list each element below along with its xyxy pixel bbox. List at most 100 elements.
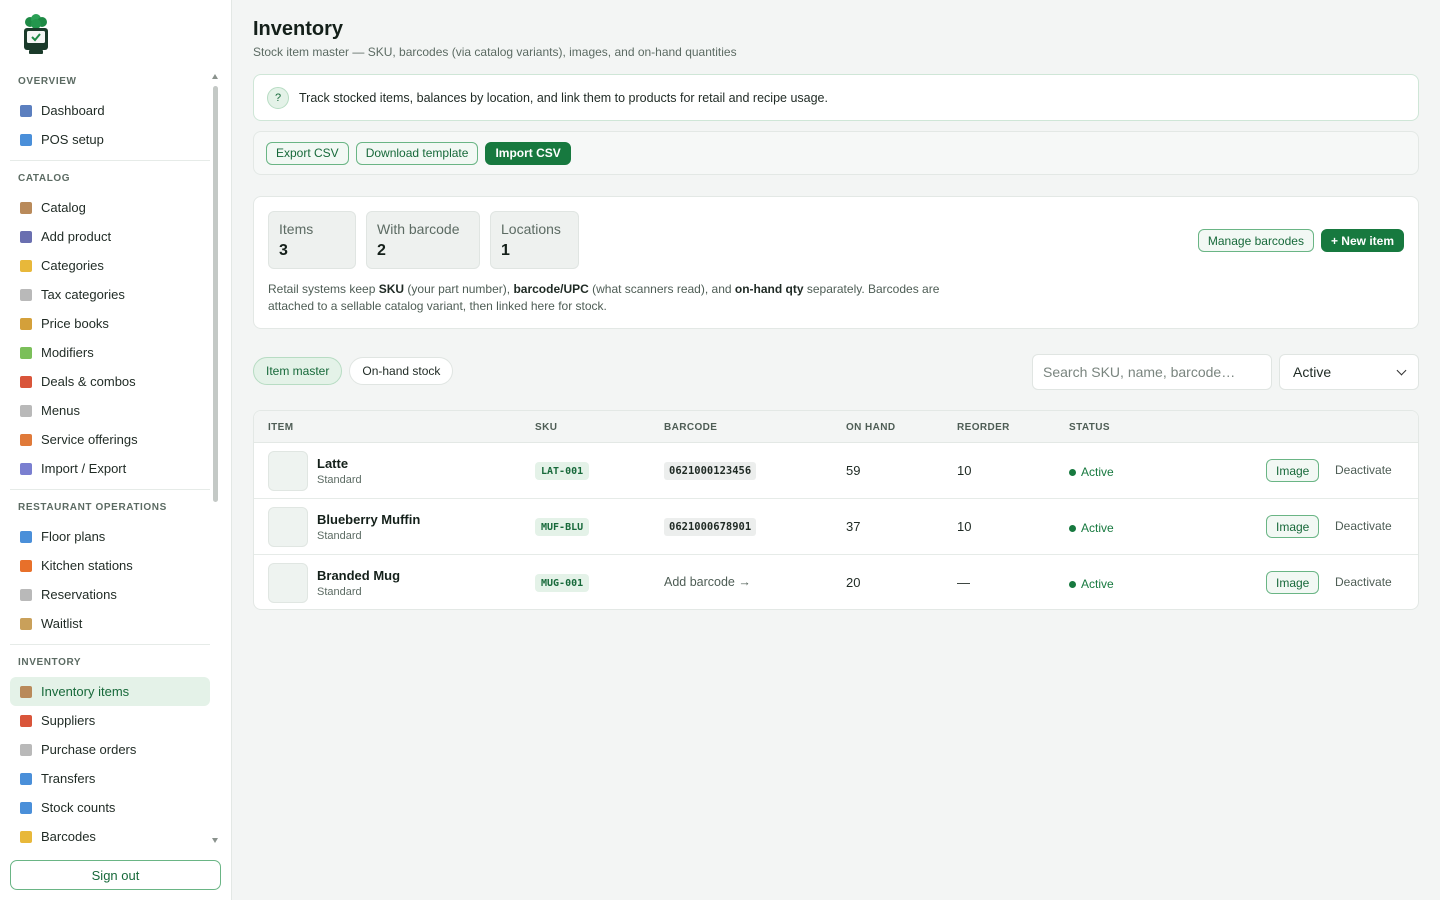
item-name: Blueberry Muffin	[317, 512, 421, 527]
sidebar-section: RESTAURANT OPERATIONS Floor plans Kitchen …	[10, 494, 210, 645]
info-text: Track stocked items, balances by locatio…	[299, 90, 828, 105]
inbox-icon	[20, 462, 32, 475]
sidebar-section-title: CATALOG	[18, 173, 71, 184]
new-item-button[interactable]: + New item	[1320, 229, 1404, 252]
sidebar-section-title: OVERVIEW	[18, 76, 77, 87]
sidebar-item-transfers[interactable]: Transfers	[10, 764, 210, 793]
calendar-icon	[20, 588, 32, 601]
tag-icon	[20, 830, 32, 843]
box-icon	[20, 685, 32, 698]
search-input[interactable]	[1032, 354, 1272, 390]
deactivate-button[interactable]: Deactivate	[1335, 575, 1392, 589]
stat-label: Locations	[501, 221, 561, 237]
manage-barcodes-button[interactable]: Manage barcodes	[1197, 229, 1314, 252]
sidebar-item-reservations[interactable]: Reservations	[10, 580, 210, 609]
sidebar-nav: OVERVIEW Dashboard POS setup CATALOG Catalog…	[0, 68, 220, 848]
table-row: Blueberry Muffin Standard MUF-BLU 062100…	[254, 499, 1418, 555]
receipt-icon	[20, 288, 32, 301]
scroll-down-icon[interactable]	[212, 838, 218, 843]
truck-icon	[20, 714, 32, 727]
stat-locations: Locations 1	[490, 211, 579, 269]
on-hand-value: 20	[846, 575, 861, 590]
sidebar-item-label: Deals & combos	[41, 374, 136, 389]
sidebar-item-categories[interactable]: Categories	[10, 251, 210, 280]
stat-items: Items 3	[268, 211, 356, 269]
item-image-placeholder	[268, 507, 308, 547]
sidebar-item-deals-combos[interactable]: Deals & combos	[10, 367, 210, 396]
sign-out-button[interactable]: Sign out	[10, 860, 221, 890]
tab-on-hand-stock[interactable]: On-hand stock	[349, 357, 454, 385]
sidebar-item-label: Transfers	[41, 771, 96, 786]
sidebar-item-inventory-items[interactable]: Inventory items	[10, 677, 210, 706]
inventory-table: ITEM SKU BARCODE ON HAND REORDER STATUS …	[253, 410, 1419, 610]
csv-toolbar: Export CSV Download template Import CSV	[253, 131, 1419, 175]
gift-icon	[20, 375, 32, 388]
sku-badge: MUG-001	[535, 574, 590, 592]
table-row: Latte Standard LAT-001 0621000123456 59 …	[254, 443, 1418, 499]
sidebar-item-catalog[interactable]: Catalog	[10, 193, 210, 222]
stat-label: Items	[279, 221, 314, 237]
scrollbar-thumb[interactable]	[213, 86, 218, 502]
column-header-sku[interactable]: SKU	[535, 422, 557, 433]
sidebar-item-label: Menus	[41, 403, 81, 418]
download-template-button[interactable]: Download template	[355, 141, 479, 165]
sidebar-item-suppliers[interactable]: Suppliers	[10, 706, 210, 735]
column-header-barcode[interactable]: BARCODE	[664, 422, 717, 433]
import-csv-button[interactable]: Import CSV	[485, 141, 571, 165]
sidebar-item-label: Stock counts	[41, 800, 116, 815]
column-header-reorder[interactable]: REORDER	[957, 422, 1010, 433]
status-filter-select[interactable]: Active	[1279, 354, 1419, 390]
sidebar-item-label: Inventory items	[41, 684, 130, 699]
export-csv-button[interactable]: Export CSV	[266, 141, 349, 165]
sidebar-item-purchase-orders[interactable]: Purchase orders	[10, 735, 210, 764]
sidebar-scrollbar[interactable]	[212, 74, 218, 846]
sidebar-item-dashboard[interactable]: Dashboard	[10, 96, 210, 125]
item-image-placeholder	[268, 563, 308, 603]
monitor-icon	[20, 133, 32, 146]
sidebar-section: OVERVIEW Dashboard POS setup	[10, 68, 210, 161]
image-button[interactable]: Image	[1266, 571, 1320, 594]
sidebar-item-stock-counts[interactable]: Stock counts	[10, 793, 210, 822]
sidebar-item-waitlist[interactable]: Waitlist	[10, 609, 210, 638]
on-hand-value: 59	[846, 463, 861, 478]
sidebar-item-kitchen-stations[interactable]: Kitchen stations	[10, 551, 210, 580]
sidebar-item-tax-categories[interactable]: Tax categories	[10, 280, 210, 309]
box-icon	[20, 201, 32, 214]
status-dot-icon	[1069, 524, 1076, 532]
sidebar-item-barcodes[interactable]: Barcodes	[10, 822, 210, 848]
deactivate-button[interactable]: Deactivate	[1335, 519, 1392, 533]
sidebar-item-label: Catalog	[41, 200, 86, 215]
reorder-value: 10	[957, 463, 972, 478]
sidebar-item-label: Kitchen stations	[41, 558, 133, 573]
puzzle-icon	[20, 346, 32, 359]
image-button[interactable]: Image	[1266, 459, 1320, 482]
add-barcode-link[interactable]: Add barcode →	[664, 575, 751, 589]
info-banner: ? Track stocked items, balances by locat…	[253, 74, 1419, 121]
sidebar-item-pos-setup[interactable]: POS setup	[10, 125, 210, 154]
table-row: Branded Mug Standard MUG-001 Add barcode…	[254, 555, 1418, 609]
deactivate-button[interactable]: Deactivate	[1335, 463, 1392, 477]
column-header-on-hand[interactable]: ON HAND	[846, 422, 895, 433]
table-header: ITEM SKU BARCODE ON HAND REORDER STATUS	[254, 411, 1418, 443]
image-button[interactable]: Image	[1266, 515, 1320, 538]
summary-card: Items 3 With barcode 2 Locations 1 Retai…	[253, 196, 1419, 329]
reorder-value: —	[957, 575, 970, 590]
sidebar-item-price-books[interactable]: Price books	[10, 309, 210, 338]
column-header-status[interactable]: STATUS	[1069, 422, 1110, 433]
sidebar-section-title: INVENTORY	[18, 657, 82, 668]
app-logo-icon[interactable]	[20, 14, 52, 56]
scroll-up-icon[interactable]	[212, 74, 218, 79]
stat-with-barcode: With barcode 2	[366, 211, 480, 269]
sidebar-item-modifiers[interactable]: Modifiers	[10, 338, 210, 367]
item-type: Standard	[317, 530, 362, 542]
column-header-item[interactable]: ITEM	[268, 422, 294, 433]
sidebar-item-floor-plans[interactable]: Floor plans	[10, 522, 210, 551]
sidebar-item-add-product[interactable]: Add product	[10, 222, 210, 251]
sidebar-item-label: Price books	[41, 316, 109, 331]
plus-icon	[20, 230, 32, 243]
summary-note: Retail systems keep SKU (your part numbe…	[268, 282, 940, 313]
tab-item-master[interactable]: Item master	[253, 357, 343, 385]
sidebar-item-import-export[interactable]: Import / Export	[10, 454, 210, 483]
sidebar-item-menus[interactable]: Menus	[10, 396, 210, 425]
sidebar-item-service-offerings[interactable]: Service offerings	[10, 425, 210, 454]
